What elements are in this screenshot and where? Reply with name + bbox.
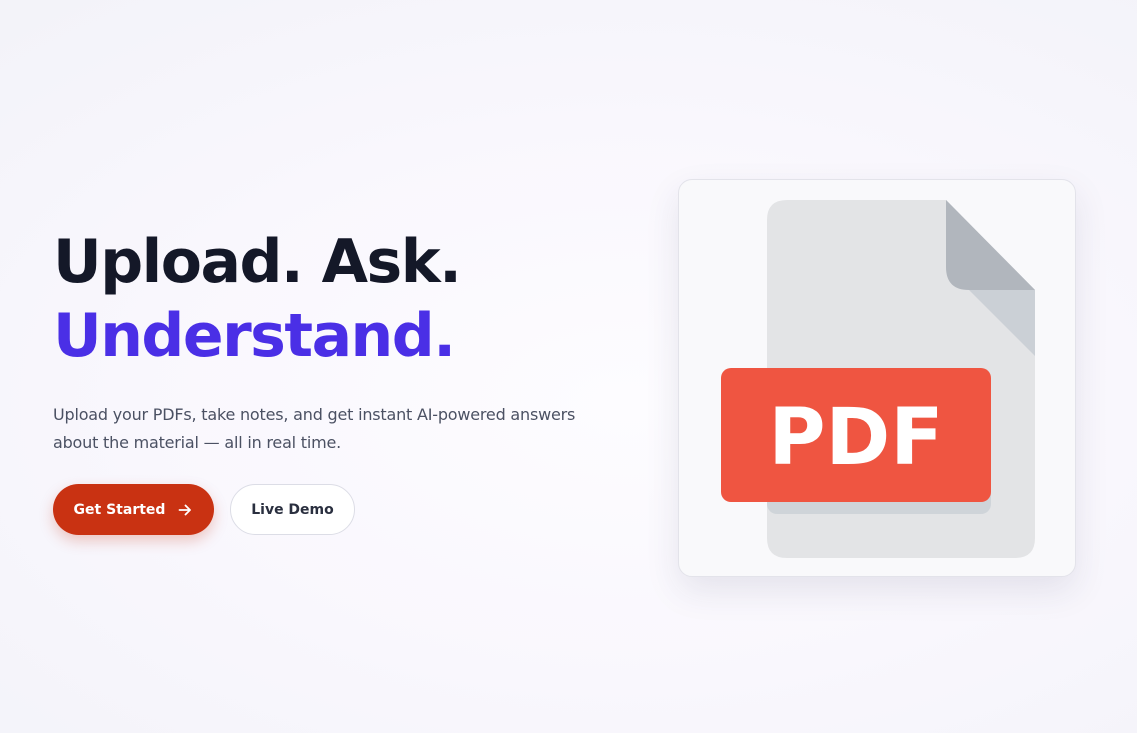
arrow-right-icon [179,504,192,515]
pdf-preview-card: PDF [678,179,1076,577]
headline-line-2: Understand. [53,301,456,371]
pdf-file-icon: PDF [721,200,1035,558]
live-demo-label: Live Demo [251,501,334,518]
headline-line-1: Upload. Ask. [53,227,462,297]
get-started-label: Get Started [73,501,166,518]
pdf-badge-text: PDF [768,393,943,483]
cta-row: Get Started Live Demo [53,484,355,535]
hero-subtitle: Upload your PDFs, take notes, and get in… [53,405,576,452]
hero-section: Upload. Ask. Understand. Upload your PDF… [53,225,613,457]
get-started-button[interactable]: Get Started [53,484,214,535]
live-demo-button[interactable]: Live Demo [230,484,355,535]
hero-headline: Upload. Ask. Understand. [53,225,613,373]
